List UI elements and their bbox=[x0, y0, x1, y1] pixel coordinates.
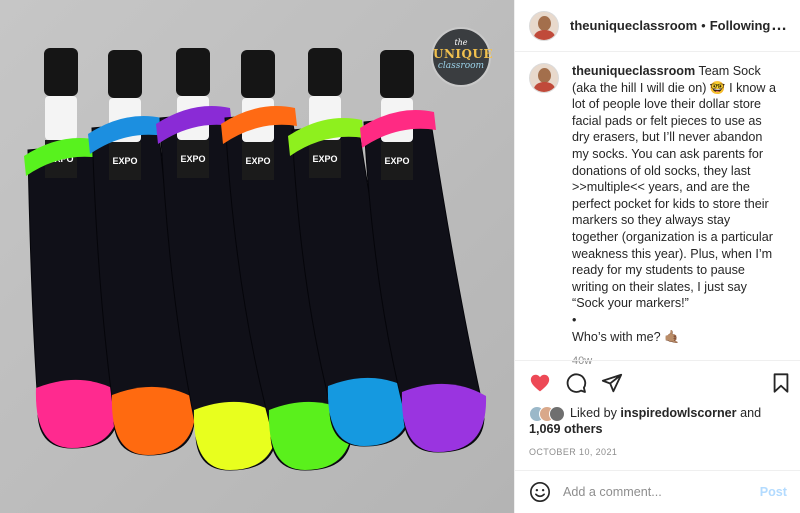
comment-bar: Add a comment... Post bbox=[515, 470, 800, 513]
marker-cap bbox=[44, 48, 78, 96]
marker-brand-text: EXPO bbox=[112, 156, 137, 166]
likes-summary: Liked by inspiredowlscorner and 1,069 ot… bbox=[529, 405, 791, 437]
heart-filled-icon[interactable] bbox=[529, 372, 551, 394]
liker-username[interactable]: inspiredowlscorner bbox=[620, 406, 736, 420]
paper-plane-icon[interactable] bbox=[601, 372, 623, 394]
bookmark-icon[interactable] bbox=[770, 372, 792, 394]
action-bar bbox=[515, 360, 800, 404]
post-header: theuniqueclassroom • Following … bbox=[515, 0, 800, 52]
following-button[interactable]: Following bbox=[710, 18, 771, 33]
brand-badge-line3: classroom bbox=[437, 61, 485, 71]
brand-badge-line1: the bbox=[454, 38, 468, 47]
caption-username[interactable]: theuniqueclassroom bbox=[572, 64, 695, 78]
likes-count[interactable]: 1,069 others bbox=[529, 422, 603, 436]
marker-cap bbox=[176, 48, 210, 96]
post-side-panel: theuniqueclassroom • Following … theuniq… bbox=[514, 0, 800, 513]
comment-input[interactable]: Add a comment... bbox=[563, 485, 760, 499]
more-options-icon[interactable]: … bbox=[771, 17, 788, 35]
liker-avatar bbox=[549, 406, 565, 422]
caption-body: Team Sock (aka the hill I will die on) 🤓… bbox=[572, 64, 776, 344]
marker-brand-text: EXPO bbox=[384, 156, 409, 166]
socks-illustration: EXPOEXPOEXPOEXPOEXPOEXPO bbox=[0, 0, 514, 513]
header-separator: • bbox=[701, 18, 706, 33]
marker-brand-text: EXPO bbox=[245, 156, 270, 166]
marker-label bbox=[45, 96, 77, 140]
post-comment-button[interactable]: Post bbox=[760, 485, 787, 499]
caption-avatar[interactable] bbox=[529, 63, 559, 93]
post-photo[interactable]: EXPOEXPOEXPOEXPOEXPOEXPO the UNIQUE clas… bbox=[0, 0, 514, 513]
liker-avatars[interactable] bbox=[529, 406, 565, 422]
likes-and: and bbox=[736, 406, 762, 420]
marker-cap bbox=[108, 50, 142, 98]
marker-brand-text: EXPO bbox=[180, 154, 205, 164]
brand-badge-line2: UNIQUE bbox=[433, 47, 494, 61]
caption-text: theuniqueclassroom Team Sock (aka the hi… bbox=[572, 63, 791, 345]
caption: theuniqueclassroom Team Sock (aka the hi… bbox=[529, 63, 791, 367]
post-date[interactable]: OCTOBER 10, 2021 bbox=[529, 447, 617, 457]
brand-badge: the UNIQUE classroom bbox=[431, 27, 494, 87]
avatar[interactable] bbox=[529, 10, 559, 41]
emoji-icon[interactable] bbox=[529, 481, 551, 503]
marker-cap bbox=[380, 50, 414, 98]
marker-cap bbox=[308, 48, 342, 96]
liked-by-label: Liked by bbox=[570, 406, 621, 420]
marker-cap bbox=[241, 50, 275, 98]
marker-brand-text: EXPO bbox=[312, 154, 337, 164]
comment-icon[interactable] bbox=[565, 372, 587, 394]
header-username[interactable]: theuniqueclassroom bbox=[570, 18, 697, 33]
